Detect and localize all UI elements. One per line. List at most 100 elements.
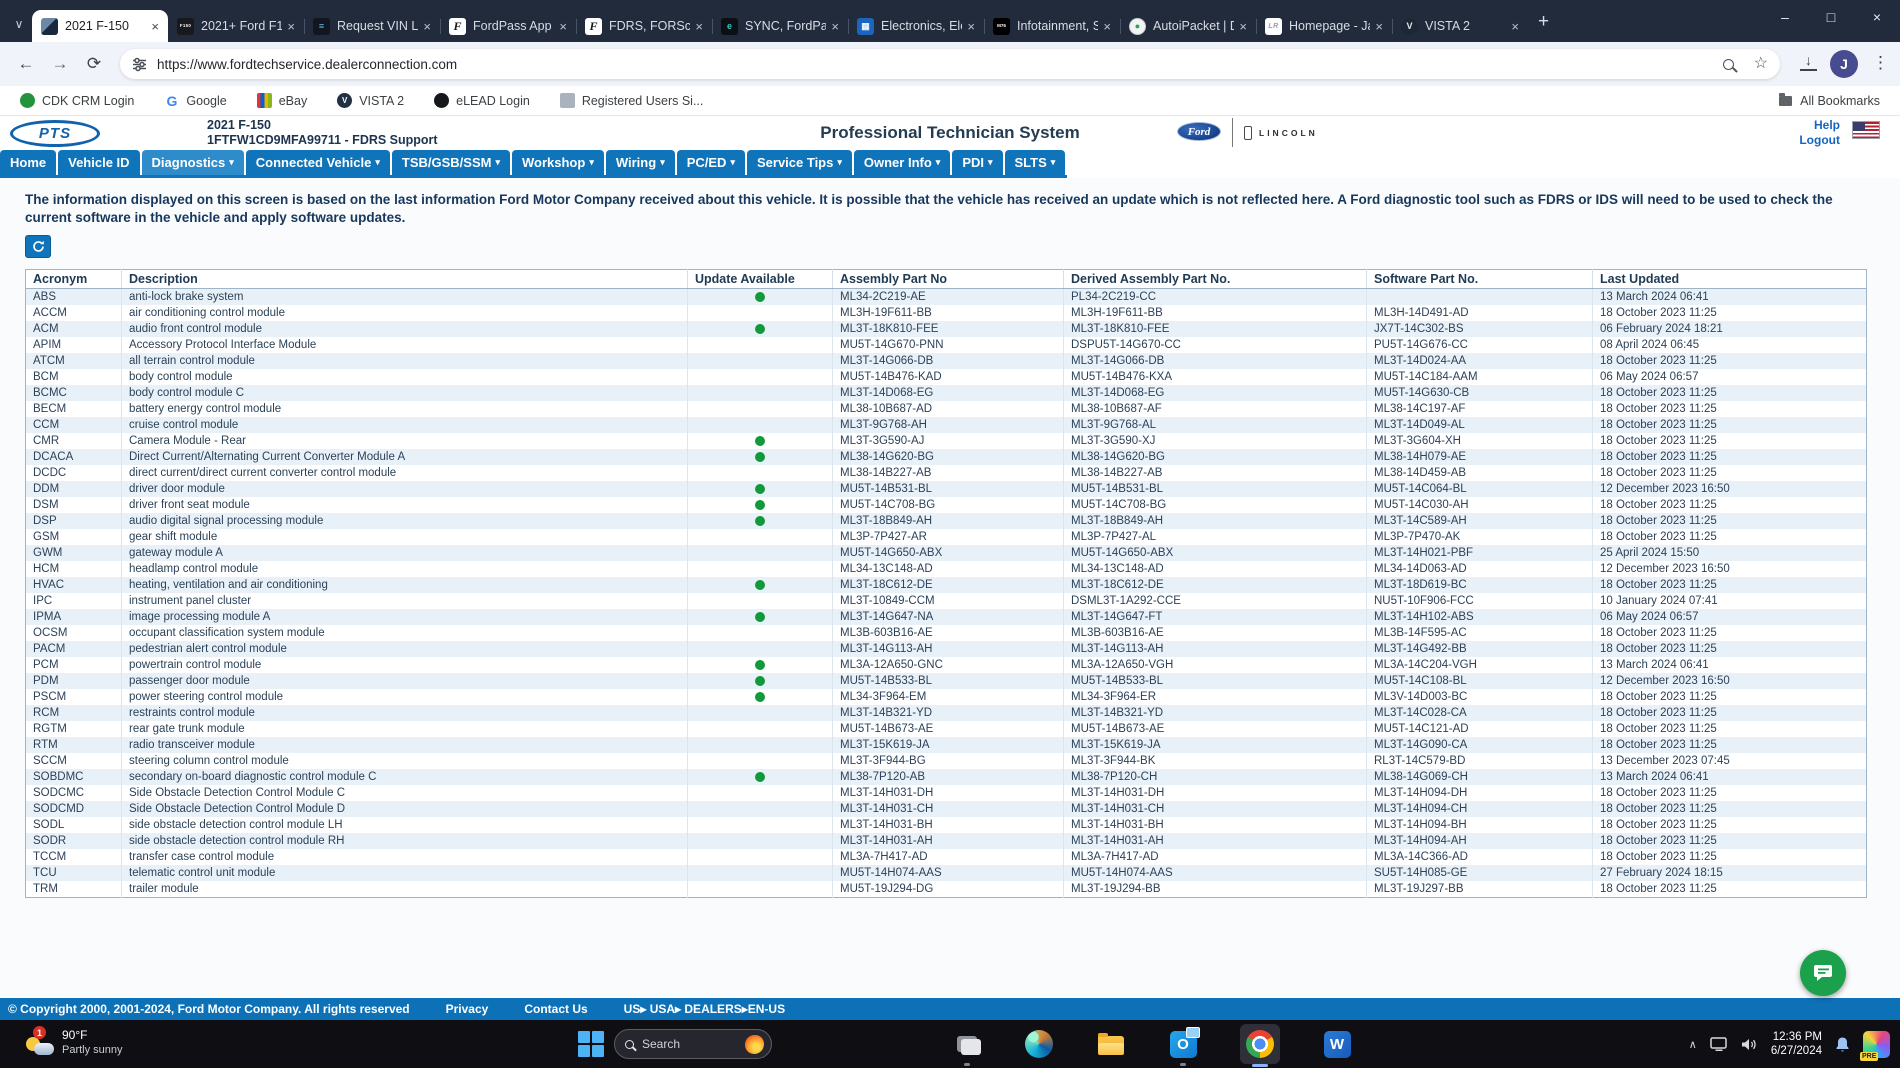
task-view-button[interactable]: [952, 1029, 982, 1059]
update-available-dot: [755, 323, 765, 334]
browser-tab[interactable]: M76 Infotainment, S ×: [984, 10, 1120, 42]
maximize-button[interactable]: □: [1808, 9, 1854, 25]
nav-tab-slts[interactable]: SLTS ▾: [1004, 150, 1066, 175]
start-button[interactable]: [578, 1031, 604, 1057]
tab-close-icon[interactable]: ×: [695, 19, 703, 34]
taskbar-clock[interactable]: 12:36 PM 6/27/2024: [1771, 1030, 1822, 1058]
profile-avatar[interactable]: J: [1830, 50, 1858, 78]
cell-acronym: DSM: [25, 497, 122, 513]
browser-menu-icon[interactable]: ⋮: [1872, 53, 1889, 73]
back-button[interactable]: ←: [14, 54, 38, 74]
tab-search-chevron-icon[interactable]: ∨: [6, 17, 32, 31]
tab-close-icon[interactable]: ×: [1511, 19, 1519, 34]
word-button[interactable]: W: [1322, 1029, 1352, 1059]
forward-button[interactable]: →: [48, 54, 72, 74]
browser-tab[interactable]: e SYNC, FordPas ×: [712, 10, 848, 42]
bookmark-item[interactable]: Registered Users Si...: [559, 93, 703, 108]
search-lens-icon[interactable]: [1722, 58, 1734, 70]
chrome-button[interactable]: [1240, 1024, 1280, 1064]
taskbar-search[interactable]: Search: [614, 1029, 772, 1059]
browser-tab[interactable]: F FDRS, FORScan ×: [576, 10, 712, 42]
table-row: RTM radio transceiver module ML3T-15K619-J…: [25, 737, 1867, 753]
cell-software: ML3T-14D049-AL: [1366, 417, 1593, 433]
us-flag-icon[interactable]: [1852, 121, 1880, 139]
new-tab-button[interactable]: +: [1538, 11, 1549, 33]
cell-updated: 06 May 2024 06:57: [1600, 371, 1699, 383]
bookmark-item[interactable]: G Google: [164, 93, 226, 109]
tab-close-icon[interactable]: ×: [1375, 19, 1383, 34]
cell-assembly: ML3T-14H031-AH: [832, 833, 1064, 849]
tab-close-icon[interactable]: ×: [559, 19, 567, 34]
close-button[interactable]: ×: [1854, 9, 1900, 25]
nav-tab-wiring[interactable]: Wiring ▾: [605, 150, 675, 175]
preview-app-icon[interactable]: PRE: [1860, 1030, 1890, 1061]
pts-logo[interactable]: PTS: [10, 120, 100, 147]
notification-bell-icon[interactable]: [1835, 1036, 1850, 1053]
nav-tab-diagnostics[interactable]: Diagnostics ▾: [141, 150, 244, 175]
tab-title: 2021+ Ford F1: [201, 19, 283, 33]
file-explorer-button[interactable]: [1096, 1029, 1126, 1059]
cell-acronym: IPC: [25, 593, 122, 609]
site-info-icon[interactable]: [132, 57, 147, 72]
nav-tab-connected-vehicle[interactable]: Connected Vehicle ▾: [245, 150, 390, 175]
downloads-icon[interactable]: ↓: [1800, 53, 1817, 71]
tab-close-icon[interactable]: ×: [423, 19, 431, 34]
cdk-icon: [20, 93, 35, 108]
all-bookmarks-button[interactable]: All Bookmarks: [1779, 92, 1880, 108]
edge-button[interactable]: [1024, 1029, 1054, 1059]
browser-tab[interactable]: ▦ Electronics, Ele ×: [848, 10, 984, 42]
nav-tab-home[interactable]: Home: [0, 150, 57, 175]
tab-close-icon[interactable]: ×: [1103, 19, 1111, 34]
bookmark-item[interactable]: eBay: [256, 93, 307, 108]
tab-close-icon[interactable]: ×: [1239, 19, 1247, 34]
reload-button[interactable]: ⟳: [82, 54, 106, 74]
browser-tab[interactable]: F FordPass App ×: [440, 10, 576, 42]
logout-link[interactable]: Logout: [1780, 133, 1840, 147]
footer-link-privacy[interactable]: Privacy: [446, 1002, 489, 1016]
bookmark-item[interactable]: V VISTA 2: [337, 93, 404, 108]
nav-tab-label: PC/ED: [686, 155, 727, 170]
nav-tab-service-tips[interactable]: Service Tips ▾: [746, 150, 852, 175]
nav-tab-pc-ed[interactable]: PC/ED ▾: [676, 150, 745, 175]
weather-widget[interactable]: 1 90°F Partly sunny: [24, 1026, 123, 1058]
bookmark-star-icon[interactable]: ☆: [1754, 56, 1768, 72]
nav-tab-workshop[interactable]: Workshop ▾: [512, 150, 604, 175]
browser-tab[interactable]: ≡ Request VIN Lo ×: [304, 10, 440, 42]
browser-tab[interactable]: ● AutoiPacket | D ×: [1120, 10, 1256, 42]
outlook-button[interactable]: O: [1168, 1026, 1200, 1059]
browser-tab[interactable]: V VISTA 2 ×: [1392, 10, 1528, 42]
tab-close-icon[interactable]: ×: [831, 19, 839, 34]
cell-description: audio front control module: [121, 321, 688, 337]
nav-tab-label: Diagnostics: [151, 155, 226, 170]
minimize-button[interactable]: –: [1762, 9, 1808, 25]
tab-close-icon[interactable]: ×: [967, 19, 975, 34]
refresh-button[interactable]: [25, 235, 51, 258]
footer-locale[interactable]: US▸ USA▸ DEALERS▸EN-US: [624, 1002, 785, 1016]
nav-tab-vehicle-id[interactable]: Vehicle ID: [58, 150, 140, 175]
nav-tab-owner-info[interactable]: Owner Info ▾: [853, 150, 951, 175]
bookmark-item[interactable]: eLEAD Login: [434, 93, 530, 108]
help-link[interactable]: Help: [1790, 118, 1840, 132]
browser-tab[interactable]: F150 2021+ Ford F1 ×: [168, 10, 304, 42]
footer-link-contact-us[interactable]: Contact Us: [524, 1002, 587, 1016]
browser-tab[interactable]: LR Homepage - Ja ×: [1256, 10, 1392, 42]
chat-bubble-button[interactable]: [1800, 950, 1846, 996]
cell-software: ML3T-14H094-DH: [1366, 785, 1593, 801]
cell-update: [687, 785, 833, 801]
nav-tab-pdi[interactable]: PDI ▾: [952, 150, 1003, 175]
browser-tab[interactable]: 2021 F-150 ×: [32, 10, 168, 42]
cell-update: [687, 433, 833, 449]
table-row: SODR side obstacle detection control modu…: [25, 833, 1867, 849]
url-bar[interactable]: https://www.fordtechservice.dealerconnec…: [120, 49, 1780, 79]
cell-assembly: MU5T-14B476-KAD: [832, 369, 1064, 385]
url-text[interactable]: https://www.fordtechservice.dealerconnec…: [157, 57, 1723, 72]
display-cast-icon[interactable]: [1710, 1036, 1728, 1052]
bookmark-item[interactable]: CDK CRM Login: [20, 93, 134, 108]
tray-chevron-icon[interactable]: ∧: [1689, 1038, 1697, 1051]
speaker-icon[interactable]: [1741, 1037, 1758, 1052]
nav-tab-label: PDI: [962, 155, 984, 170]
cell-updated: 18 October 2023 11:25: [1600, 643, 1717, 655]
tab-close-icon[interactable]: ×: [287, 19, 295, 34]
nav-tab-tsb-gsb-ssm[interactable]: TSB/GSB/SSM ▾: [391, 150, 510, 175]
tab-close-icon[interactable]: ×: [151, 19, 159, 34]
